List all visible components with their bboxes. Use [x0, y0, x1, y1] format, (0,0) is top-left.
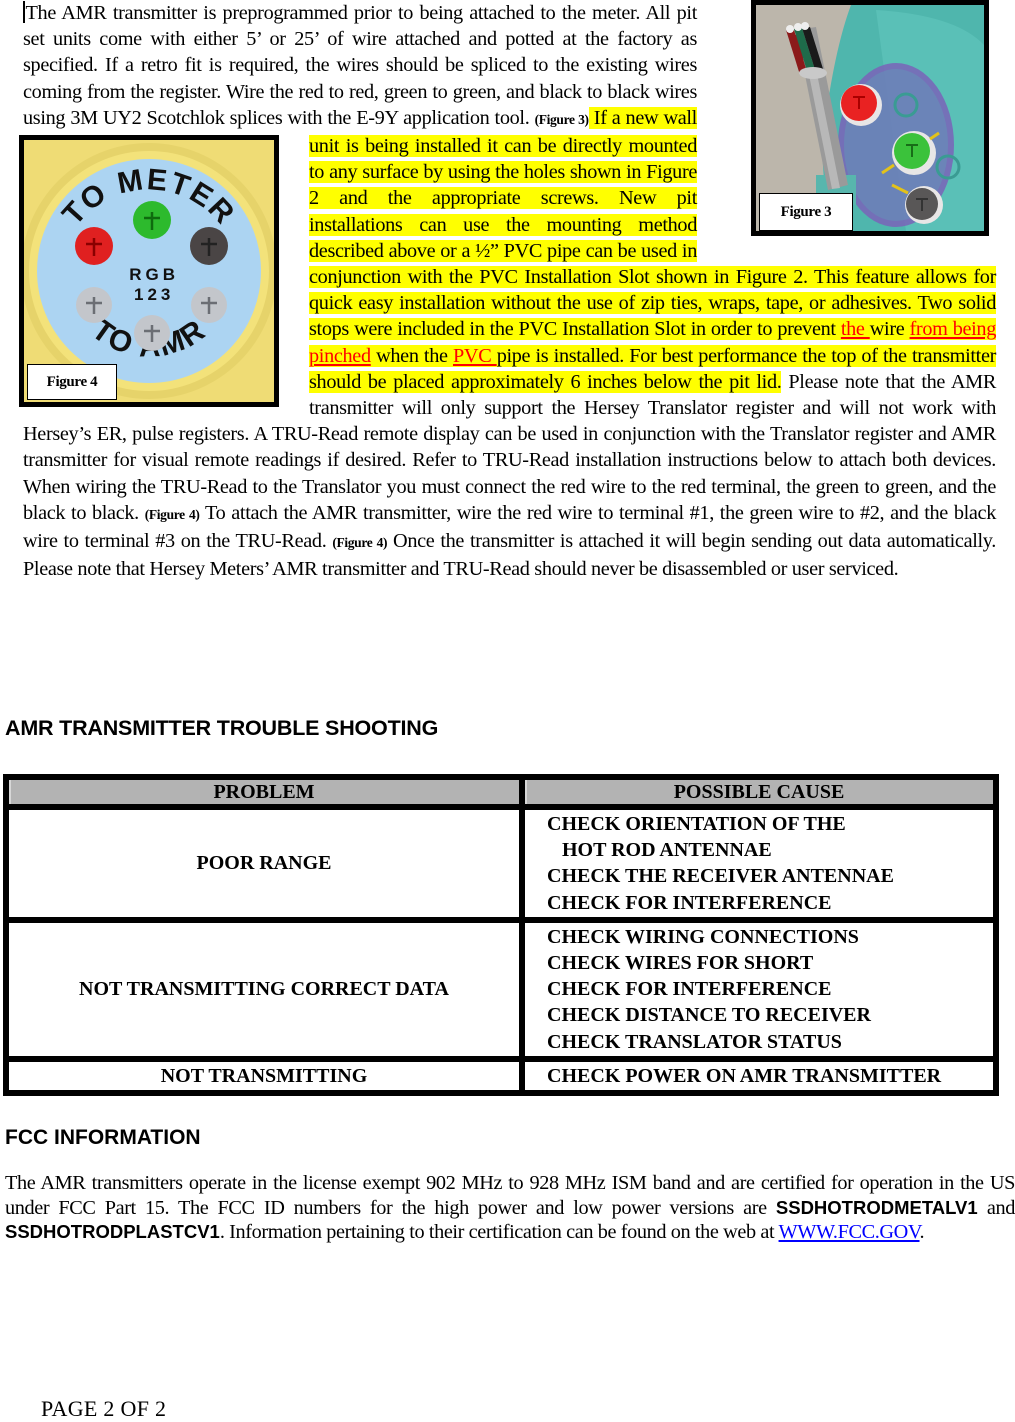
highlighted-text: wire	[869, 318, 910, 341]
fcc-and: and	[977, 1196, 1015, 1219]
black-screw-icon	[190, 227, 228, 266]
terminal-numbers: 1 2 3	[134, 285, 170, 304]
figure-4-wrapper: TO METER TO AMR R G B 1 2 3 Figure 4	[19, 135, 291, 408]
intro-paragraph: Figure 3 The AMR transmitter is preprogr…	[19, 0, 999, 582]
figure-3-reference: (Figure 3)	[534, 111, 589, 127]
fcc-heading: FCC INFORMATION	[5, 1126, 201, 1149]
cause-item: HOT ROD ANTENNAE	[547, 839, 772, 862]
figure-4-reference: (Figure 4)	[144, 506, 200, 522]
table-row: NOT TRANSMITTING CHECK POWER ON AMR TRAN…	[3, 1055, 999, 1097]
cause-item: CHECK FOR INTERFERENCE	[547, 978, 832, 1001]
red-terminal-icon	[840, 84, 882, 126]
fcc-paragraph: The AMR transmitters operate in the lice…	[5, 1172, 1015, 1245]
highlighted-text: when the	[370, 344, 453, 367]
cause-item: CHECK FOR INTERFERENCE	[547, 891, 832, 914]
troubleshooting-heading: AMR TRANSMITTER TROUBLE SHOOTING	[5, 716, 439, 740]
page-number: PAGE 2 OF 2	[41, 1396, 167, 1421]
figure-3-label: Figure 3	[759, 193, 853, 231]
cause-item: CHECK POWER ON AMR TRANSMITTER	[547, 1064, 942, 1087]
cause-item: CHECK WIRING CONNECTIONS	[547, 925, 859, 948]
fcc-text-2: . Information pertaining to their certif…	[219, 1221, 779, 1244]
table-header-row: PROBLEM POSSIBLE CAUSE	[3, 774, 999, 810]
troubleshooting-table: PROBLEM POSSIBLE CAUSE POOR RANGE CHECK …	[3, 774, 999, 1097]
table-row: POOR RANGE CHECK ORIENTATION OF THE HOT …	[3, 804, 999, 923]
green-screw-icon	[133, 201, 171, 240]
gray-screw-icon	[134, 315, 170, 352]
fcc-website-link[interactable]: WWW.FCC.GOV	[779, 1221, 920, 1243]
revision-text: the	[840, 318, 870, 341]
column-header-problem: PROBLEM	[3, 774, 525, 810]
cause-cell: CHECK ORIENTATION OF THE HOT ROD ANTENNA…	[519, 804, 999, 923]
text-cursor	[23, 1, 25, 23]
figure-3-wrapper: Figure 3	[707, 0, 999, 238]
fcc-id-low-power: SSDHOTRODPLASTCV1	[5, 1221, 220, 1243]
gray-screw-icon	[76, 287, 112, 324]
figure-4-label: Figure 4	[27, 364, 117, 401]
gray-screw-icon	[191, 287, 227, 324]
revision-text: PVC	[452, 344, 497, 367]
cause-item: CHECK THE RECEIVER ANTENNAE	[547, 865, 894, 888]
fcc-id-high-power: SSDHOTRODMETALV1	[775, 1196, 978, 1218]
table-row: NOT TRANSMITTING CORRECT DATA CHECK WIRI…	[3, 916, 999, 1062]
figure-4: TO METER TO AMR R G B 1 2 3 Figure 4	[19, 135, 279, 408]
tru-read-terminal-illustration: TO METER TO AMR R G B 1 2 3	[24, 140, 274, 403]
rgb-letters: R G B	[129, 265, 175, 284]
cause-item: CHECK WIRES FOR SHORT	[547, 952, 814, 975]
fcc-text-3: .	[919, 1221, 925, 1244]
cause-item: CHECK TRANSLATOR STATUS	[547, 1030, 842, 1053]
cause-item: CHECK DISTANCE TO RECEIVER	[547, 1004, 871, 1027]
problem-cell: NOT TRANSMITTING	[3, 1055, 525, 1097]
figure-4-reference: (Figure 4)	[332, 535, 388, 551]
problem-cell: POOR RANGE	[3, 804, 525, 923]
problem-cell: NOT TRANSMITTING CORRECT DATA	[3, 916, 525, 1062]
figure-3: Figure 3	[751, 0, 989, 236]
cause-cell: CHECK WIRING CONNECTIONS CHECK WIRES FOR…	[519, 916, 999, 1062]
column-header-possible-cause: POSSIBLE CAUSE	[519, 774, 999, 810]
cause-item: CHECK ORIENTATION OF THE	[547, 813, 846, 835]
red-screw-icon	[75, 227, 113, 266]
cause-cell: CHECK POWER ON AMR TRANSMITTER	[519, 1055, 999, 1097]
